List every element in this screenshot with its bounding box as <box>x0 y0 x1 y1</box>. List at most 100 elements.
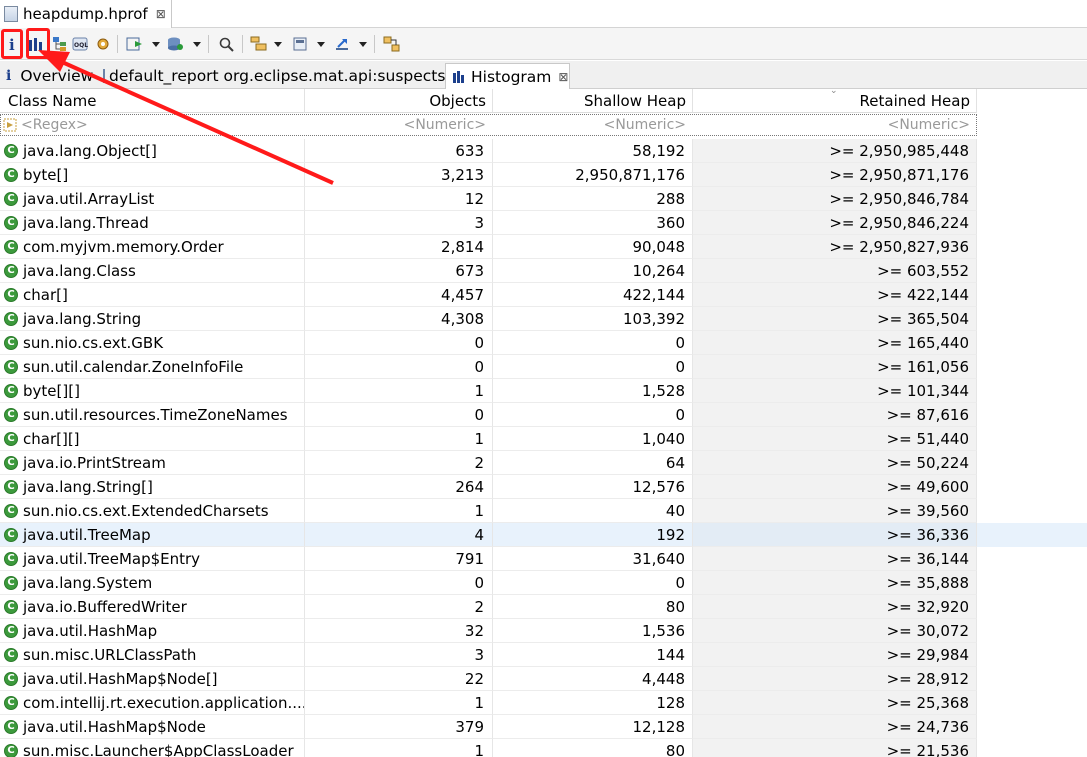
class-icon: C <box>4 215 18 230</box>
table-row[interactable]: Csun.util.resources.TimeZoneNames 0 0 >= 87… <box>0 403 1087 427</box>
shallow-heap-cell: 80 <box>493 739 693 757</box>
objects-cell: 1 <box>305 739 493 757</box>
query-browser-button[interactable] <box>167 34 185 54</box>
table-row[interactable]: Csun.util.calendar.ZoneInfoFile 0 0 >= 161,… <box>0 355 1087 379</box>
table-row[interactable]: Cchar[][] 1 1,040 >= 51,440 <box>0 427 1087 451</box>
retained-heap-filter[interactable]: <Numeric> <box>694 115 970 135</box>
shallow-heap-filter[interactable]: <Numeric> <box>494 115 686 135</box>
objects-cell: 633 <box>305 139 493 163</box>
separator <box>117 35 118 53</box>
tab-overview[interactable]: i Overview <box>0 63 97 89</box>
class-name-cell: Cjava.lang.String <box>0 307 305 331</box>
table-row[interactable]: Cjava.lang.String 4,308 103,392 >= 365,504 <box>0 307 1087 331</box>
table-row[interactable]: Cjava.util.HashMap 32 1,536 >= 30,072 <box>0 619 1087 643</box>
retained-heap-cell: >= 28,912 <box>693 667 977 691</box>
chevron-down-icon[interactable] <box>317 42 325 47</box>
retained-heap-cell: >= 30,072 <box>693 619 977 643</box>
table-row[interactable]: Csun.misc.URLClassPath 3 144 >= 29,984 <box>0 643 1087 667</box>
run-report-button[interactable] <box>126 34 144 54</box>
close-icon[interactable]: ⊠ <box>156 7 166 21</box>
shallow-heap-cell: 1,528 <box>493 379 693 403</box>
class-name-filter[interactable]: <Regex> <box>3 115 303 135</box>
class-icon: C <box>4 695 18 710</box>
close-icon[interactable]: ⊠ <box>558 70 568 84</box>
class-name-cell: Cchar[][] <box>0 427 305 451</box>
class-icon: C <box>4 191 18 206</box>
objects-cell: 3 <box>305 211 493 235</box>
column-header-retained-heap[interactable]: ⌄ Retained Heap <box>693 86 977 113</box>
chevron-down-icon[interactable] <box>193 42 201 47</box>
class-name-cell: Cbyte[][] <box>0 379 305 403</box>
class-name-cell: Cjava.lang.Object[] <box>0 139 305 163</box>
retained-heap-cell: >= 161,056 <box>693 355 977 379</box>
result-tab-bar: i Overview default_report org.eclipse.ma… <box>0 61 1087 89</box>
objects-cell: 4,457 <box>305 283 493 307</box>
heap-dump-overview-button[interactable] <box>95 34 111 54</box>
table-row[interactable]: Cjava.util.TreeMap$Entry 791 31,640 >= 36,1… <box>0 547 1087 571</box>
class-name: java.util.HashMap$Node <box>23 717 206 736</box>
calculate-retained-button[interactable] <box>292 34 310 54</box>
table-row[interactable]: Cjava.util.HashMap$Node[] 22 4,448 >= 28,91… <box>0 667 1087 691</box>
chevron-down-icon[interactable] <box>359 42 367 47</box>
class-icon: C <box>4 743 18 757</box>
editor-tab-heapdump[interactable]: heapdump.hprof ⊠ <box>0 0 172 28</box>
filter-placeholder: <Regex> <box>21 117 88 133</box>
table-row[interactable]: Csun.nio.cs.ext.ExtendedCharsets 1 40 >= 39… <box>0 499 1087 523</box>
column-header-class-name[interactable]: Class Name <box>0 89 305 113</box>
table-row[interactable]: Ccom.intellij.rt.execution.application..… <box>0 691 1087 715</box>
class-icon: C <box>4 503 18 518</box>
class-name-cell: Csun.util.calendar.ZoneInfoFile <box>0 355 305 379</box>
table-row[interactable]: Cjava.io.BufferedWriter 2 80 >= 32,920 <box>0 595 1087 619</box>
table-row[interactable]: Cbyte[][] 1 1,528 >= 101,344 <box>0 379 1087 403</box>
table-row[interactable]: Cjava.lang.String[] 264 12,576 >= 49,600 <box>0 475 1087 499</box>
chevron-down-icon[interactable] <box>152 42 160 47</box>
tab-histogram[interactable]: Histogram ⊠ <box>445 63 570 89</box>
retained-heap-cell: >= 422,144 <box>693 283 977 307</box>
table-row[interactable]: Cjava.lang.Object[] 633 58,192 >= 2,950,985… <box>0 139 1087 163</box>
search-icon <box>219 37 234 52</box>
oql-button[interactable]: OQL <box>72 34 88 54</box>
class-icon: C <box>4 455 18 470</box>
objects-cell: 4,308 <box>305 307 493 331</box>
table-row[interactable]: Cjava.util.HashMap$Node 379 12,128 >= 24,73… <box>0 715 1087 739</box>
group-by-button[interactable] <box>250 34 268 54</box>
objects-filter[interactable]: <Numeric> <box>306 115 486 135</box>
retained-heap-cell: >= 29,984 <box>693 643 977 667</box>
table-row[interactable]: Cjava.lang.Thread 3 360 >= 2,950,846,224 <box>0 211 1087 235</box>
class-name-cell: Cjava.util.HashMap$Node <box>0 715 305 739</box>
table-row[interactable]: Csun.misc.Launcher$AppClassLoader 1 80 >= 2… <box>0 739 1087 757</box>
shallow-heap-cell: 12,576 <box>493 475 693 499</box>
class-name: java.util.ArrayList <box>23 189 155 208</box>
shallow-heap-cell: 1,536 <box>493 619 693 643</box>
shallow-heap-cell: 288 <box>493 187 693 211</box>
retained-heap-cell: >= 21,536 <box>693 739 977 757</box>
class-name-cell: Cchar[] <box>0 283 305 307</box>
objects-cell: 791 <box>305 547 493 571</box>
shallow-heap-cell: 422,144 <box>493 283 693 307</box>
table-row[interactable]: Cbyte[] 3,213 2,950,871,176 >= 2,950,871,17… <box>0 163 1087 187</box>
chevron-down-icon[interactable] <box>274 42 282 47</box>
table-row[interactable]: Ccom.myjvm.memory.Order 2,814 90,048 >= 2,9… <box>0 235 1087 259</box>
compare-button[interactable] <box>383 34 401 54</box>
export-button[interactable] <box>334 34 352 54</box>
table-row[interactable]: Csun.nio.cs.ext.GBK 0 0 >= 165,440 <box>0 331 1087 355</box>
class-icon: C <box>4 167 18 182</box>
find-object-button[interactable] <box>218 34 236 54</box>
table-row[interactable]: Cjava.lang.System 0 0 >= 35,888 <box>0 571 1087 595</box>
objects-cell: 2,814 <box>305 235 493 259</box>
column-header-objects[interactable]: Objects <box>305 89 493 113</box>
table-row[interactable]: Cjava.io.PrintStream 2 64 >= 50,224 <box>0 451 1087 475</box>
table-row[interactable]: Cjava.lang.Class 673 10,264 >= 603,552 <box>0 259 1087 283</box>
dominator-tree-button[interactable] <box>52 34 68 54</box>
table-row[interactable]: Cjava.util.ArrayList 12 288 >= 2,950,846,78… <box>0 187 1087 211</box>
sort-descending-icon: ⌄ <box>830 86 838 96</box>
column-header-label: Retained Heap <box>859 91 970 110</box>
class-name: com.intellij.rt.execution.application...… <box>23 693 305 712</box>
retained-heap-cell: >= 2,950,846,224 <box>693 211 977 235</box>
column-header-shallow-heap[interactable]: Shallow Heap <box>493 89 693 113</box>
class-name: java.lang.String[] <box>23 477 153 496</box>
class-icon: C <box>4 599 18 614</box>
table-row[interactable]: Cchar[] 4,457 422,144 >= 422,144 <box>0 283 1087 307</box>
tab-default-report[interactable]: default_report org.eclipse.mat.api:suspe… <box>97 63 445 89</box>
table-row[interactable]: Cjava.util.TreeMap 4 192 >= 36,336 <box>0 523 1087 547</box>
